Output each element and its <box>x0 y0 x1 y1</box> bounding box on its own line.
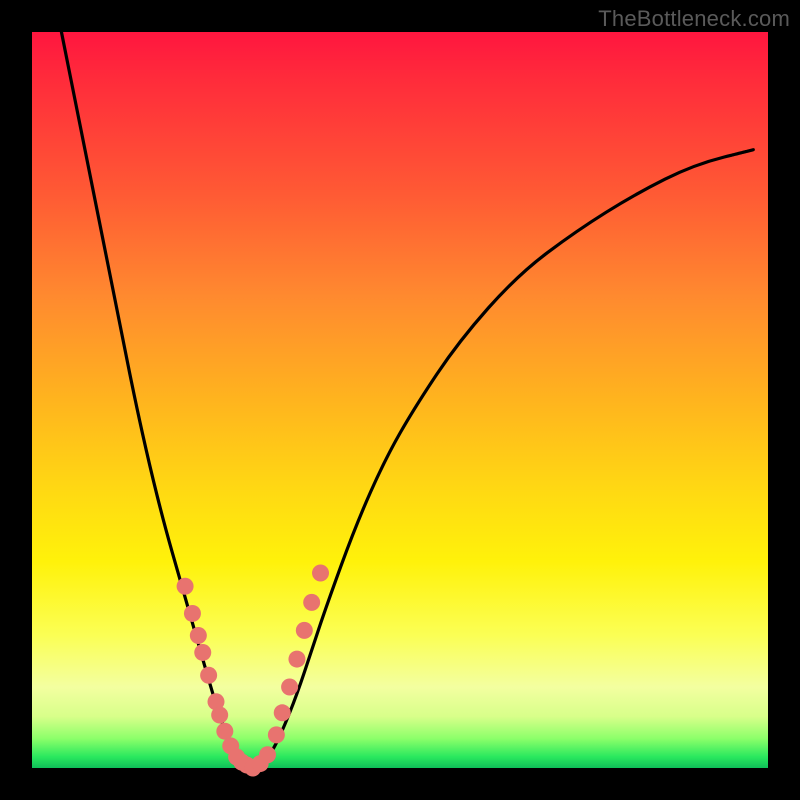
marker-dot <box>194 644 211 661</box>
marker-dot <box>216 723 233 740</box>
marker-dot <box>259 746 276 763</box>
bottleneck-curve <box>61 32 753 767</box>
marker-dot <box>268 726 285 743</box>
chart-svg <box>32 32 768 768</box>
marker-dot <box>312 564 329 581</box>
plot-area <box>32 32 768 768</box>
marker-dot <box>288 651 305 668</box>
outer-frame: TheBottleneck.com <box>0 0 800 800</box>
marker-dot <box>211 707 228 724</box>
marker-dot <box>296 622 313 639</box>
watermark-text: TheBottleneck.com <box>598 6 790 32</box>
marker-dot <box>274 704 291 721</box>
marker-dot <box>184 605 201 622</box>
marker-dot <box>200 667 217 684</box>
marker-dot <box>281 679 298 696</box>
marker-dot <box>190 627 207 644</box>
marker-dot <box>177 578 194 595</box>
marker-dot <box>303 594 320 611</box>
